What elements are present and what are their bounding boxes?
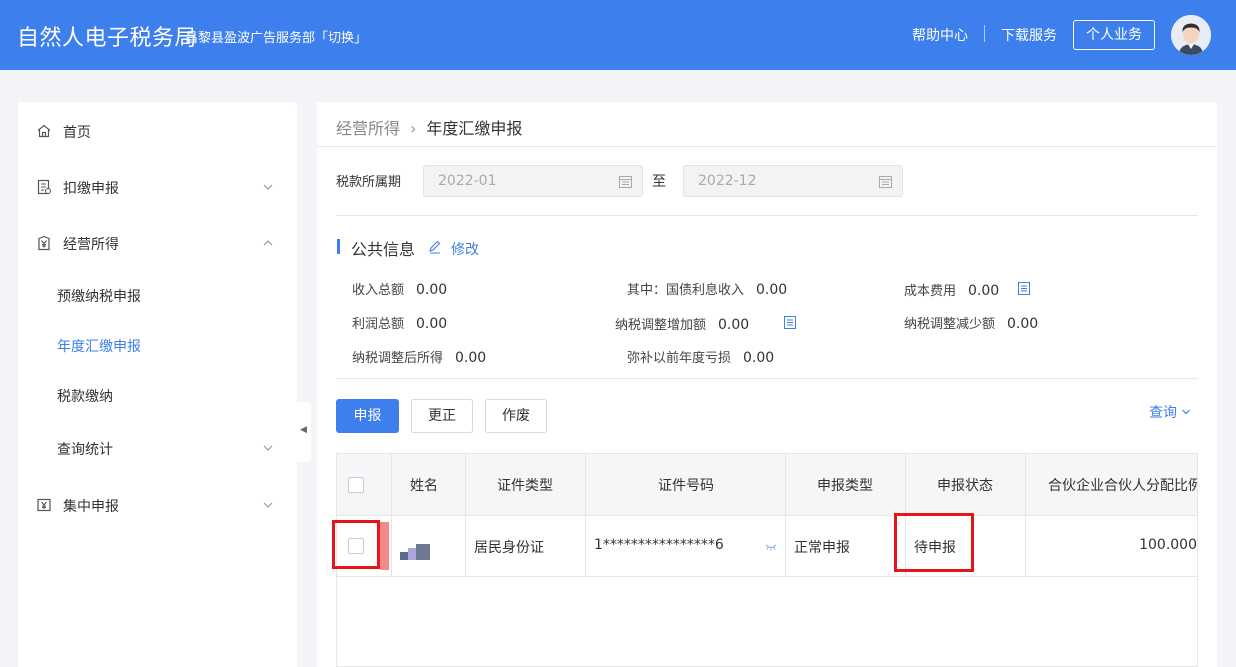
calendar-icon <box>879 176 892 188</box>
period-end-value: 2022-12 <box>698 173 757 189</box>
section-marker <box>337 239 340 254</box>
col-name: 姓名 <box>392 454 466 516</box>
header-divider <box>984 25 985 42</box>
sidebar: 首页 扣缴申报 经营所得 预缴纳税申报 年度汇缴申报 税款缴纳 查询统计 集中申… <box>18 102 297 667</box>
detail-icon[interactable] <box>784 316 796 329</box>
sidebar-subitem-prepay[interactable]: 预缴纳税申报 <box>57 286 141 306</box>
app-title: 自然人电子税务局 <box>17 26 198 51</box>
divider <box>317 146 1217 147</box>
public-info-title: 公共信息 <box>351 240 416 259</box>
info-adjust-increase: 纳税调整增加额 0.00 <box>615 317 750 333</box>
sidebar-subitem-annual[interactable]: 年度汇缴申报 <box>57 336 141 356</box>
sidebar-subitem-tax-payment[interactable]: 税款缴纳 <box>57 386 113 406</box>
table-header: 姓名 证件类型 证件号码 申报类型 申报状态 合伙企业合伙人分配比例 <box>337 454 1198 516</box>
chevron-down-icon <box>263 502 273 508</box>
chevron-up-icon <box>263 240 273 246</box>
sidebar-item-centralized[interactable]: 集中申报 <box>18 490 297 520</box>
download-service-link[interactable]: 下载服务 <box>1001 25 1057 45</box>
yen-box-icon <box>37 498 51 512</box>
info-cost-expense: 成本费用 0.00 <box>904 283 1000 299</box>
info-income-total: 收入总额 0.00 <box>352 282 448 298</box>
main-panel: 经营所得 › 年度汇缴申报 税款所属期 2022-01 至 2022-12 公共信息… <box>317 102 1217 667</box>
col-ratio: 合伙企业合伙人分配比例 <box>1048 478 1198 494</box>
period-start-input[interactable]: 2022-01 <box>423 165 643 197</box>
sidebar-item-label: 扣缴申报 <box>63 181 119 197</box>
detail-icon[interactable] <box>1018 282 1030 295</box>
eye-closed-icon[interactable] <box>765 543 777 551</box>
org-switch[interactable]: 昌黎县盈波广告服务部「切换」 <box>185 27 367 46</box>
col-id-type: 证件类型 <box>466 454 586 516</box>
declare-type-cell: 正常申报 <box>786 516 906 577</box>
name-cell <box>392 516 466 577</box>
chevron-down-icon <box>263 184 273 190</box>
id-type-cell: 居民身份证 <box>466 516 586 577</box>
breadcrumb-current: 年度汇缴申报 <box>426 119 523 138</box>
id-number-cell: 1****************6 <box>586 516 786 577</box>
col-declare-type: 申报类型 <box>786 454 906 516</box>
top-header: 自然人电子税务局 昌黎县盈波广告服务部「切换」 帮助中心 下载服务 个人业务 <box>0 0 1236 70</box>
breadcrumb-parent[interactable]: 经营所得 <box>336 119 400 138</box>
correct-button[interactable]: 更正 <box>411 399 473 433</box>
divider <box>336 378 1198 379</box>
annotation-box-status <box>894 513 974 572</box>
select-all-checkbox[interactable] <box>348 477 364 493</box>
document-icon <box>37 179 51 195</box>
chevron-down-icon <box>1182 409 1191 415</box>
info-loss-offset: 弥补以前年度亏损 0.00 <box>627 350 775 366</box>
info-profit-total: 利润总额 0.00 <box>352 316 448 332</box>
ratio-cell: 100.000 <box>1139 537 1197 553</box>
sidebar-item-label: 首页 <box>63 125 91 141</box>
sidebar-collapse-toggle[interactable]: ◀ <box>297 402 311 462</box>
query-toggle[interactable]: 查询 <box>1149 402 1191 422</box>
divider <box>336 215 1198 216</box>
period-end-input[interactable]: 2022-12 <box>683 165 903 197</box>
query-label: 查询 <box>1149 405 1177 421</box>
breadcrumb-chevron-icon: › <box>410 119 417 138</box>
period-start-value: 2022-01 <box>438 173 497 189</box>
table-row[interactable]: 居民身份证 1****************6 正常申报 待申报 100.00… <box>337 516 1197 577</box>
sidebar-item-business-income[interactable]: 经营所得 <box>18 228 297 258</box>
avatar[interactable] <box>1171 15 1211 55</box>
period-to-label: 至 <box>652 174 666 190</box>
sidebar-item-label: 集中申报 <box>63 499 119 515</box>
row-highlight-marker <box>380 522 389 570</box>
edit-icon[interactable] <box>428 240 442 254</box>
calendar-icon <box>619 176 632 188</box>
info-adjusted-income: 纳税调整后所得 0.00 <box>352 350 487 366</box>
name-mosaic <box>400 544 430 560</box>
sidebar-item-query-stats[interactable]: 查询统计 <box>18 433 297 463</box>
info-adjust-decrease: 纳税调整减少额 0.00 <box>904 316 1039 332</box>
declare-button[interactable]: 申报 <box>336 399 399 433</box>
chevron-down-icon <box>263 445 273 451</box>
edit-link[interactable]: 修改 <box>451 239 479 259</box>
caret-left-icon: ◀ <box>300 425 307 435</box>
period-label: 税款所属期 <box>336 175 402 190</box>
home-icon <box>37 124 51 138</box>
sidebar-item-withholding[interactable]: 扣缴申报 <box>18 172 297 202</box>
col-id-number: 证件号码 <box>586 454 786 516</box>
annotation-box-checkbox <box>332 520 380 569</box>
void-button[interactable]: 作废 <box>485 399 547 433</box>
sidebar-item-label: 查询统计 <box>57 442 113 458</box>
help-center-link[interactable]: 帮助中心 <box>912 25 968 45</box>
breadcrumb: 经营所得 › 年度汇缴申报 <box>336 115 522 139</box>
yen-icon <box>38 235 50 251</box>
select-all-cell <box>337 454 392 516</box>
partner-table: 姓名 证件类型 证件号码 申报类型 申报状态 合伙企业合伙人分配比例 居民身份证… <box>336 453 1198 667</box>
sidebar-item-home[interactable]: 首页 <box>18 116 297 146</box>
col-status: 申报状态 <box>906 454 1026 516</box>
personal-business-button[interactable]: 个人业务 <box>1073 20 1155 50</box>
info-bond-interest: 其中：国债利息收入 0.00 <box>627 282 788 298</box>
sidebar-item-label: 经营所得 <box>63 237 119 253</box>
